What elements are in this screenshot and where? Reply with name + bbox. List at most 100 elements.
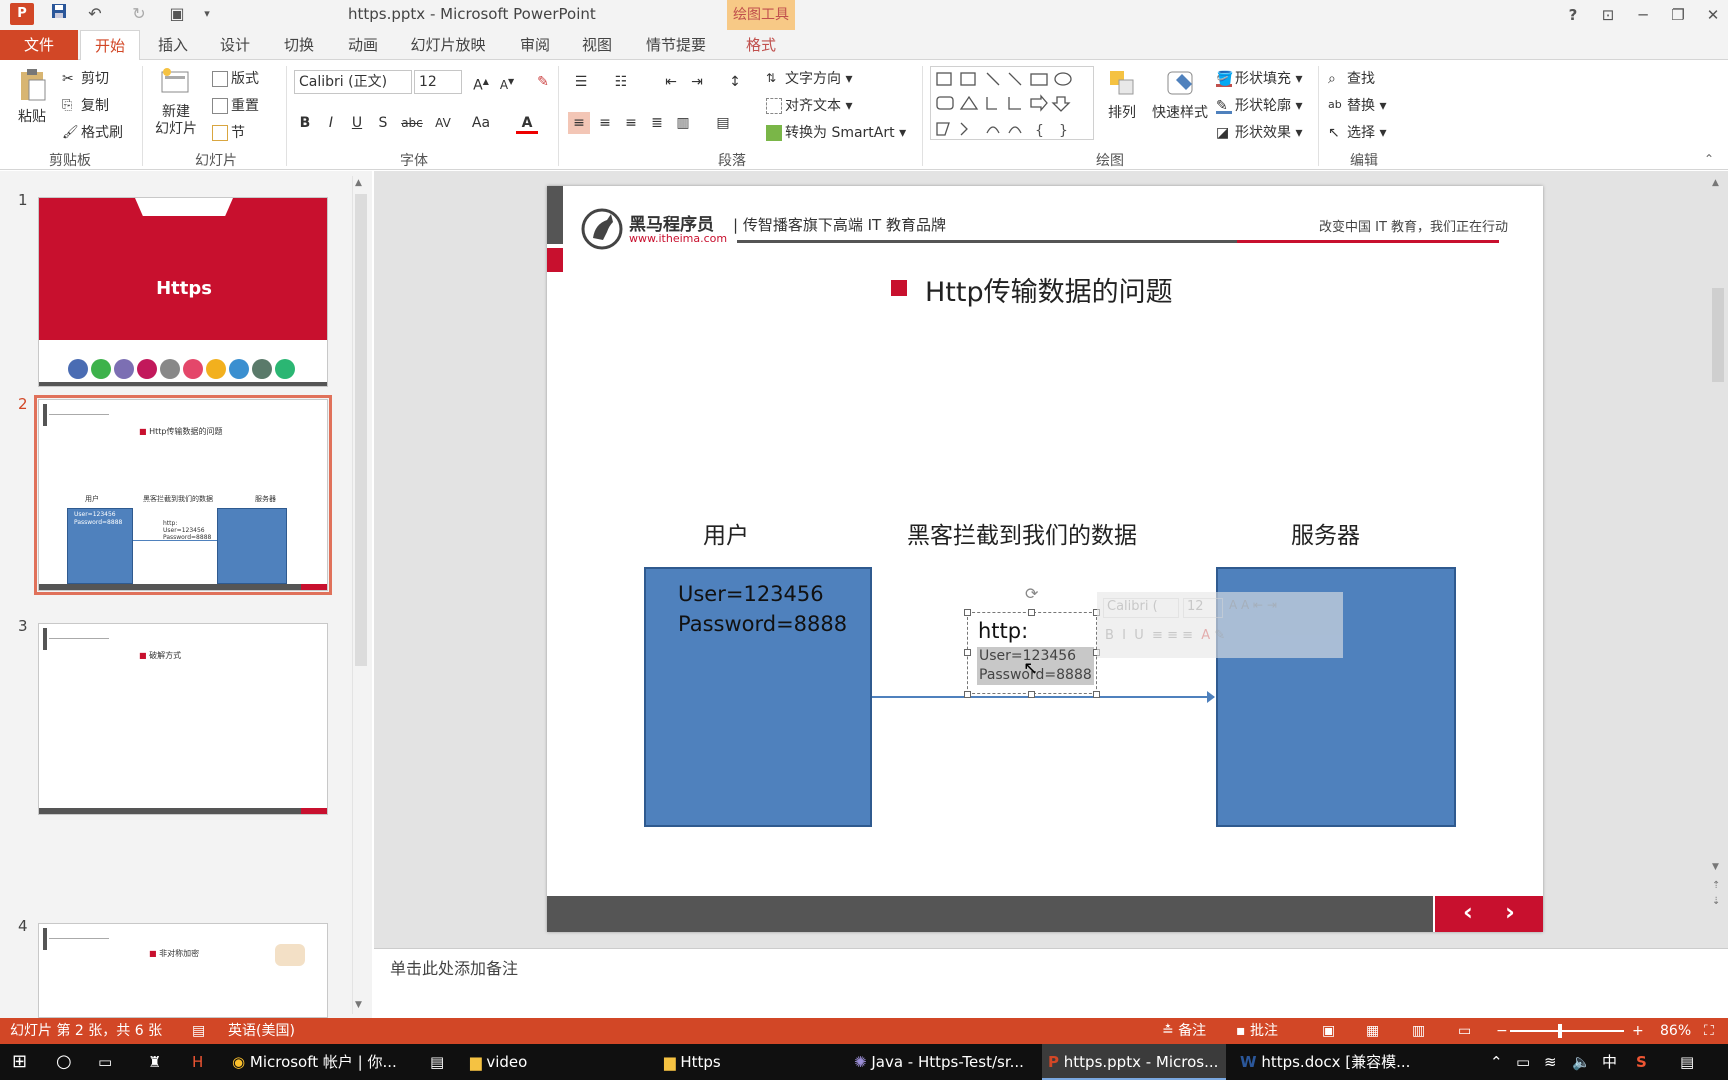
scroll-down-icon[interactable]: ▼ [1712,862,1719,872]
clear-formatting-icon[interactable]: ✎ [532,71,554,93]
strikethrough-button[interactable]: abc [398,112,426,134]
bullets-icon[interactable]: ☰ [570,71,592,93]
shapes-gallery[interactable]: {} [930,66,1094,140]
user-credentials-text[interactable]: User=123456 Password=8888 [678,579,847,639]
close-button[interactable]: ✕ [1698,3,1728,27]
volume-icon[interactable]: 🔈 [1572,1044,1591,1080]
label-server[interactable]: 服务器 [1291,516,1360,550]
notes-placeholder[interactable]: 单击此处添加备注 [390,955,518,979]
fit-to-window-icon[interactable]: ⛶ [1704,1018,1714,1044]
prev-next-slide-icons[interactable]: ⇡ ⇣ [1712,878,1720,910]
section-button[interactable]: 节 [212,122,245,142]
shape-fill-button[interactable]: 🪣 形状填充 ▾ [1216,68,1302,88]
main-scrollbar[interactable]: ▲ ▼ [1710,176,1726,876]
shadow-button[interactable]: S [372,112,394,134]
current-slide[interactable]: 黑马程序员 www.itheima.com | 传智播客旗下高端 IT 教育品牌… [547,186,1543,932]
shape-effects-button[interactable]: ◪ 形状效果 ▾ [1216,122,1302,142]
resize-handle[interactable] [1028,609,1035,616]
taskbar-item-word[interactable]: W https.docx [兼容模... [1240,1044,1410,1080]
redo-icon[interactable]: ↻ [126,2,152,26]
help-button[interactable]: ? [1558,3,1588,27]
font-size-select[interactable]: 12 [414,70,462,94]
thumbnail-slide-3[interactable]: ■ 破解方式 [38,623,328,815]
sogou-ime-icon[interactable]: S [1636,1044,1647,1080]
tab-file[interactable]: 文件 [0,30,78,60]
scroll-up-icon[interactable]: ▲ [1712,178,1719,188]
font-color-button[interactable]: A [516,112,538,134]
arrange-button[interactable]: 排列 [1102,68,1142,122]
thumbnail-slide-4[interactable]: ■ 非对称加密 [38,923,328,1018]
scroll-up-icon[interactable]: ▲ [355,178,362,188]
shape-outline-button[interactable]: ✎ 形状轮廓 ▾ [1216,95,1302,115]
scroll-thumb[interactable] [1712,288,1724,382]
align-left-icon[interactable]: ≡ [568,112,590,134]
mini-font-name[interactable]: Calibri ( [1103,598,1179,618]
thumbnail-scrollbar[interactable]: ▲ ▼ [352,176,368,1014]
zoom-slider[interactable] [1510,1030,1624,1032]
slide-title[interactable]: Http传输数据的问题 [925,270,1173,309]
align-text-button[interactable]: 对齐文本 ▾ [766,95,852,115]
scroll-down-icon[interactable]: ▼ [355,1000,362,1010]
ribbon-display-options-icon[interactable]: ⊡ [1593,3,1623,27]
tab-design[interactable]: 设计 [210,30,260,60]
replace-button[interactable]: ab 替换 ▾ [1328,95,1386,115]
taskbar-item-chrome[interactable]: ◉ Microsoft 帐户 | 你... [232,1044,402,1080]
hbuilder-icon[interactable]: H [192,1044,212,1080]
normal-view-icon[interactable]: ▣ [1322,1018,1335,1044]
find-button[interactable]: ⌕ 查找 [1328,68,1375,88]
resize-handle[interactable] [964,609,971,616]
battery-icon[interactable]: ▭ [1516,1044,1530,1080]
language-indicator[interactable]: 英语(美国) [228,1018,295,1044]
zoom-level[interactable]: 86% [1660,1018,1691,1044]
align-right-icon[interactable]: ≡ [620,112,642,134]
search-icon[interactable]: ○ [56,1044,82,1080]
windows-start-icon[interactable]: ⊞ [12,1044,42,1080]
mini-toolbar[interactable]: Calibri ( 12 A A ⇤ ⇥ B I U ≡ ≡ ≡ A ✎ [1097,592,1343,658]
taskbar-item-video[interactable]: ▆ video [470,1044,590,1080]
wifi-icon[interactable]: ≋ [1544,1044,1557,1080]
slideshow-view-icon[interactable]: ▭ [1458,1018,1471,1044]
underline-button[interactable]: U [346,112,368,134]
zoom-slider-thumb[interactable] [1558,1024,1562,1038]
cut-button[interactable]: ✂ 剪切 [62,68,109,88]
undo-icon[interactable]: ↶ [82,2,108,26]
numbering-icon[interactable]: ☷ [610,71,632,93]
char-spacing-button[interactable]: AV [428,112,458,134]
zoom-in-icon[interactable]: + [1632,1018,1644,1044]
label-user[interactable]: 用户 [703,516,749,550]
quick-styles-button[interactable]: 快速样式 [1148,68,1212,122]
copy-button[interactable]: ⎘ 复制 [62,95,109,115]
notifications-icon[interactable]: ▤ [1680,1044,1694,1080]
align-center-icon[interactable]: ≡ [594,112,616,134]
tab-view[interactable]: 视图 [572,30,622,60]
new-slide-button[interactable]: 新建 幻灯片 [148,66,204,138]
select-button[interactable]: ↖ 选择 ▾ [1328,122,1386,142]
reading-view-icon[interactable]: ▥ [1412,1018,1425,1044]
restore-button[interactable]: ❐ [1663,3,1693,27]
minimize-button[interactable]: ─ [1628,3,1658,27]
terminal-icon[interactable]: ▤ [430,1044,450,1080]
change-case-button[interactable]: Aa [466,112,496,134]
mini-grow-font-icon[interactable]: A A ⇤ ⇥ [1229,598,1277,612]
increase-font-icon[interactable]: A▲ [470,71,492,94]
start-slideshow-icon[interactable]: ▣ [164,2,190,26]
customize-toolbar-icon[interactable]: ▾ [194,2,220,26]
resize-handle[interactable] [1093,691,1100,698]
spellcheck-icon[interactable]: ▤ [192,1018,205,1044]
slide-sorter-icon[interactable]: ▦ [1366,1018,1379,1044]
convert-smartart-button[interactable]: 转换为 SmartArt ▾ [766,122,906,142]
comments-toggle[interactable]: ▪ 批注 [1236,1018,1278,1044]
label-hacker[interactable]: 黑客拦截到我们的数据 [907,516,1137,550]
tab-transitions[interactable]: 切换 [274,30,324,60]
ime-indicator[interactable]: 中 [1602,1044,1617,1080]
bold-button[interactable]: B [294,112,316,134]
data-flow-arrow[interactable] [872,696,1214,698]
taskbar-item-eclipse[interactable]: ✺ Java - Https-Test/sr... [854,1044,1034,1080]
app-pin-icon[interactable]: ♜ [148,1044,168,1080]
increase-indent-icon[interactable]: ⇥ [686,71,708,93]
tab-insert[interactable]: 插入 [148,30,198,60]
tab-home[interactable]: 开始 [80,30,140,61]
tray-expand-icon[interactable]: ⌃ [1490,1044,1503,1080]
distributed-icon[interactable]: ▥ [672,112,694,134]
reset-button[interactable]: 重置 [212,95,259,115]
